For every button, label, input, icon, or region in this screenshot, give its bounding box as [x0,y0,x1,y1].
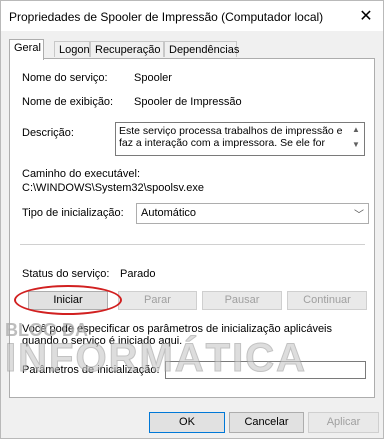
tab-dependencies[interactable]: Dependências [164,41,239,57]
params-input[interactable] [165,361,366,379]
resume-button[interactable]: Continuar [287,291,367,310]
chevron-down-icon: ﹀ [354,210,364,221]
service-name-label: Nome do serviço: [22,72,108,84]
tab-general[interactable]: Geral [9,39,44,60]
highlight-oval [14,285,122,315]
startup-type-select[interactable]: Automático ﹀ [136,203,369,224]
display-name-value: Spooler de Impressão [134,96,242,108]
service-status-label: Status do serviço: [22,268,110,280]
stop-button[interactable]: Parar [118,291,197,310]
title-bar: Propriedades de Spooler de Impressão (Co… [1,1,383,31]
description-label: Descrição: [22,127,74,139]
startup-type-value: Automático [141,207,197,219]
chevron-down-icon[interactable]: ▼ [352,140,360,149]
apply-button[interactable]: Aplicar [308,412,379,433]
display-name-label: Nome de exibição: [22,96,114,108]
ok-button[interactable]: OK [149,412,225,433]
description-box[interactable]: Este serviço processa trabalhos de impre… [115,122,365,156]
service-status-value: Parado [120,268,156,280]
exec-path-label: Caminho do executável: [22,168,141,180]
window-title: Propriedades de Spooler de Impressão (Co… [9,10,324,24]
tab-logon[interactable]: Logon [54,41,90,57]
cancel-button[interactable]: Cancelar [229,412,304,433]
chevron-up-icon[interactable]: ▲ [352,125,360,134]
description-text: Este serviço processa trabalhos de impre… [119,125,343,149]
exec-path-value: C:\WINDOWS\System32\spoolsv.exe [22,182,204,194]
tab-recovery[interactable]: Recuperação [90,41,164,57]
close-icon[interactable]: ✕ [349,1,383,31]
service-name-value: Spooler [134,72,172,84]
startup-type-label: Tipo de inicialização: [22,207,124,219]
params-help-text: Você pode especificar os parâmetros de i… [22,323,333,347]
description-scrollbar[interactable]: ▲ ▼ [350,125,362,153]
general-tab-panel: Nome do serviço: Spooler Nome de exibiçã… [9,58,375,398]
service-properties-dialog: Propriedades de Spooler de Impressão (Co… [0,0,384,439]
params-label: Parâmetros de inicialização: [22,364,160,376]
pause-button[interactable]: Pausar [202,291,282,310]
divider [20,244,365,245]
